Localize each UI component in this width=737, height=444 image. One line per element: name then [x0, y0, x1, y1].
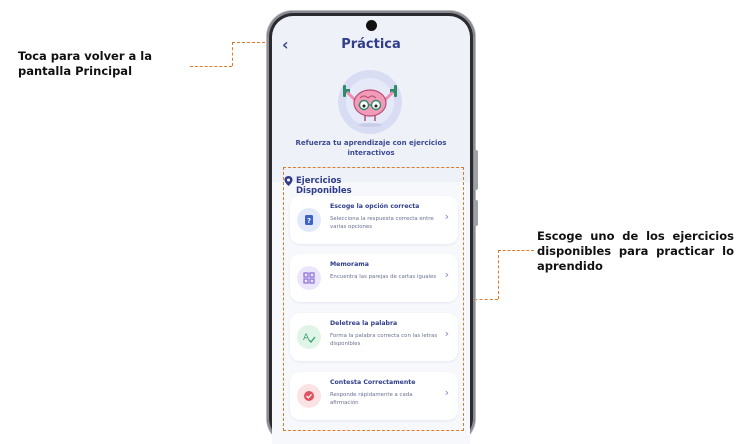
page-subtitle: Refuerza tu aprendizaje con ejercicios i…	[295, 139, 447, 157]
exercises-annotation: Escoge uno de los ejercicios disponibles…	[537, 229, 734, 273]
phone-side-button	[474, 150, 478, 190]
brain-mascot-icon	[334, 65, 406, 137]
exercises-highlight-box	[283, 167, 464, 431]
phone-side-button-lower	[474, 200, 478, 226]
page-title: Práctica	[341, 37, 401, 52]
camera-cutout	[366, 20, 377, 31]
exercises-annotation-connector-vertical	[498, 250, 499, 299]
back-annotation-connector	[190, 66, 232, 67]
back-annotation-connector-vertical	[232, 42, 233, 66]
back-annotation: Toca para volver a la pantalla Principal	[18, 49, 153, 78]
exercises-annotation-connector	[498, 250, 534, 251]
